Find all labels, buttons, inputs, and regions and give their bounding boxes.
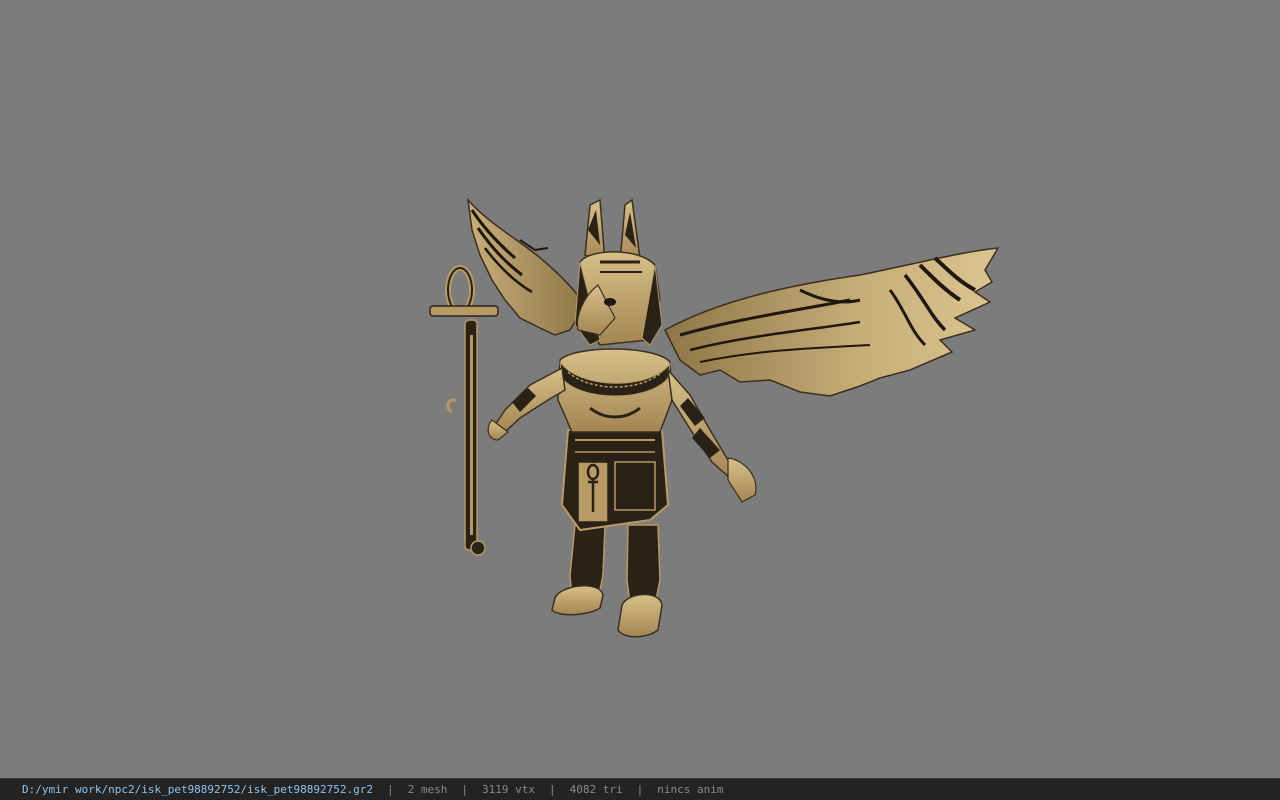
mesh-count: 2 mesh	[407, 783, 448, 796]
file-path-text: D:/ymir work/npc2/isk_pet98892752/isk_pe…	[22, 783, 373, 796]
animation-status: nincs anim	[657, 783, 724, 796]
vertex-count: 3119 vtx	[482, 783, 535, 796]
3d-viewport[interactable]	[0, 0, 1280, 778]
legs	[551, 524, 663, 638]
jackal-head	[574, 198, 663, 346]
triangle-count: 4082 tri	[569, 783, 623, 796]
torso	[557, 348, 673, 433]
right-wing	[664, 247, 1000, 397]
kilt	[560, 429, 670, 532]
status-bar: D:/ymir work/npc2/isk_pet98892752/isk_pe…	[0, 778, 1280, 800]
model-render[interactable]	[0, 0, 1280, 778]
separator: |	[461, 783, 468, 796]
separator: |	[636, 783, 644, 796]
separator: |	[548, 783, 556, 796]
separator: |	[387, 783, 394, 796]
ankh-staff	[429, 265, 499, 556]
